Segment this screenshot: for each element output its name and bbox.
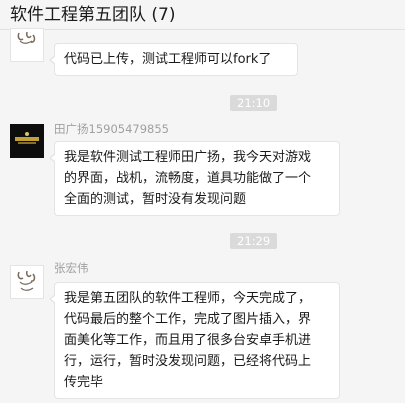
sketch-avatar-icon[interactable] xyxy=(10,28,44,62)
message-text-line: 我是第五团队的软件工程师，今天完成了， xyxy=(64,291,312,306)
message-text-line: 面美化等工作，而且用了很多台安卓手机进 xyxy=(64,333,312,348)
message-text-line: 行，运行，暂时没发现问题，已经将代码上 xyxy=(64,354,312,369)
message-text-line: 我是软件测试工程师田广扬，我今天对游戏 xyxy=(64,150,312,165)
message-bubble[interactable]: 代码已上传，测试工程师可以fork了 xyxy=(49,43,298,76)
message-bubble[interactable]: 我是软件测试工程师田广扬，我今天对游戏 的界面，战机，流畅度，道具功能做了一个 … xyxy=(49,141,340,216)
chat-title-bar: 软件工程第五团队 (7) xyxy=(0,0,405,30)
chat-title: 软件工程第五团队 (7) xyxy=(10,5,176,25)
sender-name: 田广扬15905479855 xyxy=(54,122,169,136)
timestamp-divider: 21:10 xyxy=(230,95,278,111)
sender-name: 张宏伟 xyxy=(54,261,89,275)
message-text-line: 的界面，战机，流畅度，道具功能做了一个 xyxy=(64,171,312,186)
message-text-line: 代码已上传，测试工程师可以fork了 xyxy=(64,52,272,67)
message-text-line: 全面的测试，暂时没有发现问题 xyxy=(64,192,247,207)
message-text-line: 传完毕 xyxy=(64,375,104,390)
message-text-line: 代码最后的整个工作，完成了图片插入，界 xyxy=(64,312,312,327)
timestamp-divider: 21:29 xyxy=(230,233,278,249)
dark-photo-avatar-icon[interactable] xyxy=(10,124,44,158)
message-bubble[interactable]: 我是第五团队的软件工程师，今天完成了， 代码最后的整个工作，完成了图片插入，界 … xyxy=(49,282,340,399)
sketch-avatar-icon[interactable] xyxy=(10,265,44,299)
